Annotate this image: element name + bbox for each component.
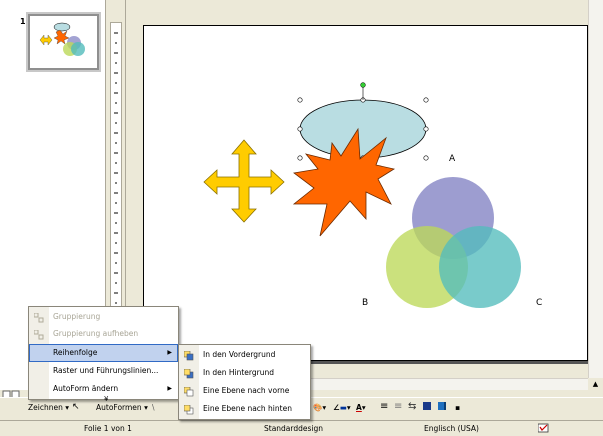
status-slide-info: Folie 1 von 1 [84,424,132,433]
menu-item-label: Reihenfolge [53,348,98,357]
menu-item-bring-forward[interactable]: Eine Ebene nach vorne [179,382,310,400]
draw-context-menu: Gruppierung Gruppierung aufheben Reihenf… [28,306,179,403]
menu-item-send-backward[interactable]: Eine Ebene nach hinten [179,400,310,418]
menu-item-grid-guides[interactable]: Raster und Führungslinien... [29,362,178,380]
rotation-handle [360,82,366,88]
bring-to-front-icon [183,350,194,361]
menu-item-group[interactable]: Gruppierung [29,308,178,326]
chevron-down-icon: ▾ [144,403,148,412]
chevron-down-icon: ▾ [65,403,69,412]
slide-thumbnail-number: 1 [20,17,26,26]
menu-item-label: Eine Ebene nach hinten [203,404,292,413]
group-icon [33,312,44,323]
3d-style-icon[interactable] [438,400,446,415]
draw-menu-label: Zeichnen [28,403,63,412]
autoshapes-menu-label: AutoFormen [96,403,142,412]
send-to-back-icon [183,368,194,379]
line-style-icon[interactable]: ≡ [380,399,388,414]
menu-item-send-to-back[interactable]: In den Hintergrund [179,364,310,382]
submenu-arrow-icon: ▶ [167,349,172,356]
line-color-icon[interactable]: ∠▬▾ [333,400,351,415]
four-way-arrow-shape[interactable] [203,139,285,223]
menu-item-label: Eine Ebene nach vorne [203,386,290,395]
send-backward-icon [183,404,194,415]
menu-expand-marker[interactable]: ¥ [104,395,108,403]
spellcheck-icon[interactable] [537,423,550,435]
shadow-style-icon[interactable] [423,400,431,415]
venn-label-a: A [449,154,456,164]
menu-item-ungroup[interactable]: Gruppierung aufheben [29,325,178,343]
line-icon[interactable]: \ [152,400,155,415]
menu-item-order[interactable]: Reihenfolge ▶ [29,344,178,362]
venn-label-c: C [536,298,543,308]
arrow-style-icon[interactable]: ⇆ [408,399,416,414]
dash-style-icon[interactable]: ≡ [394,399,402,414]
menu-item-bring-to-front[interactable]: In den Vordergrund [179,346,310,364]
vertical-scrollbar[interactable] [588,0,603,378]
venn-label-b: B [362,298,369,308]
circle-c-shape[interactable] [439,226,521,308]
status-design: Standarddesign [264,424,324,433]
slide-thumbnail[interactable] [26,12,101,72]
menu-item-label: Gruppierung aufheben [53,329,139,338]
fill-color-icon[interactable]: 🎨▾ [313,400,326,415]
menu-item-label: Raster und Führungslinien... [53,366,159,375]
submenu-arrow-icon: ▶ [167,385,172,392]
ungroup-icon [33,329,44,340]
menu-item-label: In den Hintergrund [203,368,274,377]
slide-canvas[interactable]: A B C [143,25,588,361]
font-color-icon[interactable]: A▾ [356,400,366,415]
status-language: Englisch (USA) [424,424,479,433]
draw-menu-button[interactable]: Zeichnen ▾ [28,400,69,415]
ellipse-shape[interactable] [299,99,427,159]
status-bar: Folie 1 von 1 Standarddesign Englisch (U… [0,420,603,436]
select-pointer-icon[interactable]: ↖ [72,400,80,415]
order-submenu: In den Vordergrund In den Hintergrund Ei… [178,344,311,420]
scroll-up-icon[interactable]: ▲ [589,380,602,388]
menu-item-label: Gruppierung [53,312,101,321]
toolbar-options-icon[interactable]: ▪ [455,400,460,415]
menu-item-label: In den Vordergrund [203,350,276,359]
bring-forward-icon [183,386,194,397]
